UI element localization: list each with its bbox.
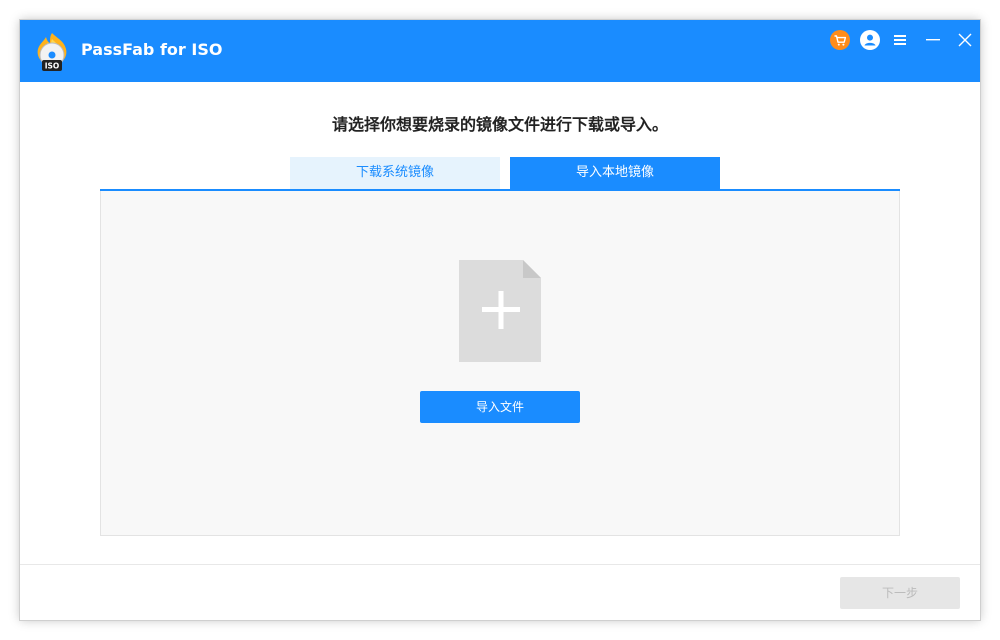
menu-icon[interactable] [889,29,911,51]
cart-icon[interactable] [829,29,851,51]
import-panel: 导入文件 [100,191,900,536]
next-step-button[interactable]: 下一步 [840,577,960,609]
tab-import-local-image[interactable]: 导入本地镜像 [510,157,720,189]
app-title: PassFab for ISO [81,40,223,59]
logo-iso-text: ISO [45,62,60,71]
account-icon[interactable] [859,29,881,51]
tab-download-system-image[interactable]: 下载系统镜像 [290,157,500,189]
passfab-iso-logo: ISO [37,33,67,71]
title-bar: ISO PassFab for ISO [20,20,980,82]
minimize-icon[interactable] [922,29,944,51]
app-window: ISO PassFab for ISO 请选择你想要烧录的镜像文件进行下载或导入… [20,20,980,620]
close-icon[interactable] [954,29,976,51]
instruction-heading: 请选择你想要烧录的镜像文件进行下载或导入。 [331,115,668,134]
add-file-icon[interactable] [459,260,541,362]
import-file-button[interactable]: 导入文件 [420,391,580,423]
footer-divider [20,564,980,565]
